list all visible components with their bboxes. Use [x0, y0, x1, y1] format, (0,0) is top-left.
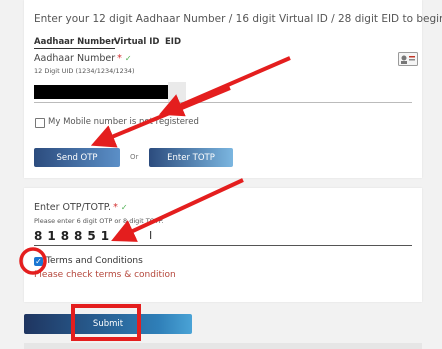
id-card-icon	[398, 52, 418, 66]
required-mark: *	[113, 202, 118, 213]
otp-field-label: Enter OTP/TOTP. * ✓	[34, 202, 128, 213]
enter-totp-button[interactable]: Enter TOTP	[149, 148, 233, 167]
otp-input[interactable]: 818851	[34, 229, 114, 243]
otp-label-text: Enter OTP/TOTP.	[34, 202, 112, 213]
tab-aadhaar-number[interactable]: Aadhaar Number	[34, 37, 116, 49]
next-section-edge	[24, 343, 422, 349]
mobile-not-registered-checkbox[interactable]	[35, 118, 45, 128]
aadhaar-input-tail	[168, 82, 186, 102]
tab-virtual-id[interactable]: Virtual ID	[114, 37, 159, 47]
mobile-not-registered-label: My Mobile number is not registered	[48, 117, 199, 127]
terms-error-message: Please check terms & condition	[34, 270, 176, 280]
otp-input-underline	[34, 245, 412, 246]
terms-label[interactable]: Terms and Conditions	[46, 256, 143, 266]
aadhaar-hint: 12 Digit UID (1234/1234/1234)	[34, 67, 135, 75]
aadhaar-input[interactable]	[34, 85, 168, 99]
otp-hint: Please enter 6 digit OTP or 8 digit TOTP…	[34, 217, 164, 225]
terms-checkbox[interactable]: ✓	[34, 257, 43, 266]
required-mark: *	[117, 53, 122, 64]
intro-text: Enter your 12 digit Aadhaar Number / 16 …	[34, 13, 442, 25]
aadhaar-input-underline	[34, 102, 412, 103]
send-otp-button[interactable]: Send OTP	[34, 148, 120, 167]
or-separator: Or	[130, 153, 139, 161]
aadhaar-label-text: Aadhaar Number	[34, 53, 116, 64]
text-cursor-icon: I	[149, 229, 153, 242]
aadhaar-field-label: Aadhaar Number * ✓	[34, 53, 132, 64]
check-circle-icon: ✓	[124, 54, 132, 63]
check-circle-icon: ✓	[120, 203, 128, 212]
submit-button[interactable]: Submit	[24, 314, 192, 334]
tab-eid[interactable]: EID	[165, 37, 181, 47]
